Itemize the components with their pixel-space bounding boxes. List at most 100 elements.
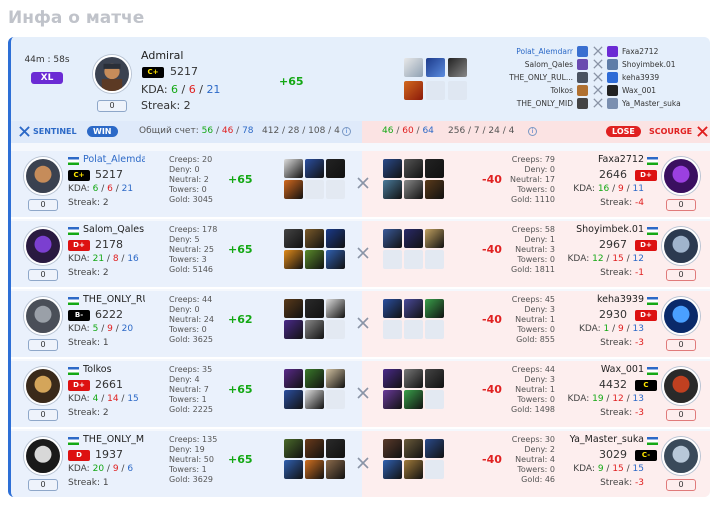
player-name[interactable]: Polat_Alemdarr xyxy=(83,154,145,165)
item-slot[interactable] xyxy=(383,390,402,409)
item-slot[interactable] xyxy=(404,159,423,178)
matchup-left-name[interactable]: THE_ONLY_MID xyxy=(517,99,573,108)
item-slot[interactable] xyxy=(326,369,345,388)
matchup-left-name[interactable]: Tolkos xyxy=(550,86,573,95)
item-slot[interactable] xyxy=(404,390,423,409)
player-name[interactable]: Faxa2712 xyxy=(564,154,644,165)
player-name[interactable]: THE_ONLY_MID xyxy=(83,434,145,445)
item-slot[interactable] xyxy=(404,58,423,77)
item-slot[interactable] xyxy=(425,180,444,199)
matchup-right-name[interactable]: Faxa2712 xyxy=(622,47,658,56)
item-slot[interactable] xyxy=(284,250,303,269)
matchup-left-name[interactable]: THE_ONLY_RUL... xyxy=(509,73,573,82)
item-slot[interactable] xyxy=(305,460,324,479)
player-pill: 0 xyxy=(666,339,696,351)
item-slot[interactable] xyxy=(305,250,324,269)
item-slot[interactable] xyxy=(305,320,324,339)
player-rating: 6222 xyxy=(95,308,123,321)
item-slot[interactable] xyxy=(383,369,402,388)
player-name[interactable]: Shoyimbek.01 xyxy=(564,224,644,235)
item-slot[interactable] xyxy=(425,229,444,248)
item-slot[interactable] xyxy=(448,58,467,77)
hero-avatar[interactable] xyxy=(662,227,700,265)
player-name[interactable]: Tolkos xyxy=(83,364,145,375)
item-slot[interactable] xyxy=(383,180,402,199)
item-slot[interactable] xyxy=(426,58,445,77)
item-slot[interactable] xyxy=(425,299,444,318)
matchup-left-name[interactable]: Polat_Alemdarr xyxy=(516,47,573,56)
player-name[interactable]: keha3939 xyxy=(564,294,644,305)
item-slot[interactable] xyxy=(383,439,402,458)
hero-avatar[interactable] xyxy=(24,367,62,405)
item-slot[interactable] xyxy=(284,439,303,458)
hero-avatar[interactable] xyxy=(662,437,700,475)
player-name[interactable]: Wax_001 xyxy=(564,364,644,375)
score-bar: SENTINEL WIN Общий счет: 56 / 46 / 78 41… xyxy=(11,121,710,143)
item-slot[interactable] xyxy=(284,320,303,339)
hero-avatar[interactable] xyxy=(24,227,62,265)
player-pill: 0 xyxy=(28,269,58,281)
item-slot[interactable] xyxy=(326,299,345,318)
player-pill: 0 xyxy=(28,199,58,211)
item-slot[interactable] xyxy=(404,460,423,479)
player-name[interactable]: THE_ONLY_RULER xyxy=(83,294,145,305)
item-slot[interactable] xyxy=(425,369,444,388)
item-slot[interactable] xyxy=(305,229,324,248)
item-slot[interactable] xyxy=(404,299,423,318)
item-slot[interactable] xyxy=(284,229,303,248)
matchup-right-name[interactable]: Shoyimbek.01 xyxy=(622,60,676,69)
item-slot xyxy=(425,390,444,409)
item-slot[interactable] xyxy=(305,390,324,409)
item-slot[interactable] xyxy=(425,159,444,178)
item-slot[interactable] xyxy=(305,369,324,388)
item-slot[interactable] xyxy=(284,159,303,178)
item-slot[interactable] xyxy=(284,390,303,409)
hero-avatar[interactable] xyxy=(93,55,131,93)
item-slot[interactable] xyxy=(404,439,423,458)
matchup-right-name[interactable]: keha3939 xyxy=(622,73,659,82)
matchup-right-name[interactable]: Wax_001 xyxy=(622,86,656,95)
flag-icon xyxy=(68,157,79,165)
match-duration: 44m : 58s xyxy=(24,55,70,65)
item-slot[interactable] xyxy=(326,159,345,178)
item-slot[interactable] xyxy=(404,229,423,248)
item-slot[interactable] xyxy=(383,299,402,318)
matchup-left-name[interactable]: Salom_Qales xyxy=(525,60,573,69)
hero-avatar[interactable] xyxy=(24,297,62,335)
item-slot[interactable] xyxy=(383,229,402,248)
item-slot[interactable] xyxy=(326,250,345,269)
rank-badge: D+ xyxy=(635,240,657,251)
item-slot[interactable] xyxy=(326,229,345,248)
item-slot[interactable] xyxy=(425,439,444,458)
item-slot[interactable] xyxy=(284,460,303,479)
rating-diff: +65 xyxy=(228,453,253,466)
info-icon[interactable]: i xyxy=(528,127,537,136)
item-slot[interactable] xyxy=(383,159,402,178)
item-slot[interactable] xyxy=(284,299,303,318)
item-slot[interactable] xyxy=(326,439,345,458)
player-name[interactable]: Ya_Master_suka xyxy=(564,434,644,445)
item-slot[interactable] xyxy=(305,439,324,458)
flag-icon xyxy=(68,367,79,375)
item-slot[interactable] xyxy=(404,180,423,199)
item-slot[interactable] xyxy=(305,299,324,318)
scourge-totals: 256 / 7 / 24 / 4 xyxy=(448,126,515,136)
player-name[interactable]: Salom_Qales xyxy=(83,224,145,235)
item-slot[interactable] xyxy=(284,369,303,388)
item-slot[interactable] xyxy=(383,460,402,479)
hero-avatar[interactable] xyxy=(662,157,700,195)
item-slot[interactable] xyxy=(404,369,423,388)
hero-avatar[interactable] xyxy=(662,297,700,335)
hero-avatar[interactable] xyxy=(24,437,62,475)
player-kda: KDA: 12 / 15 / 12 xyxy=(567,254,644,264)
player-name[interactable]: Admiral xyxy=(141,49,183,62)
hero-avatar[interactable] xyxy=(24,157,62,195)
item-slot[interactable] xyxy=(284,180,303,199)
matchup-right-name[interactable]: Ya_Master_suka xyxy=(622,99,681,108)
item-slot[interactable] xyxy=(326,460,345,479)
hero-avatar[interactable] xyxy=(662,367,700,405)
item-slot[interactable] xyxy=(404,81,423,100)
flag-icon xyxy=(647,437,658,445)
info-icon[interactable]: i xyxy=(342,127,351,136)
item-slot[interactable] xyxy=(305,159,324,178)
